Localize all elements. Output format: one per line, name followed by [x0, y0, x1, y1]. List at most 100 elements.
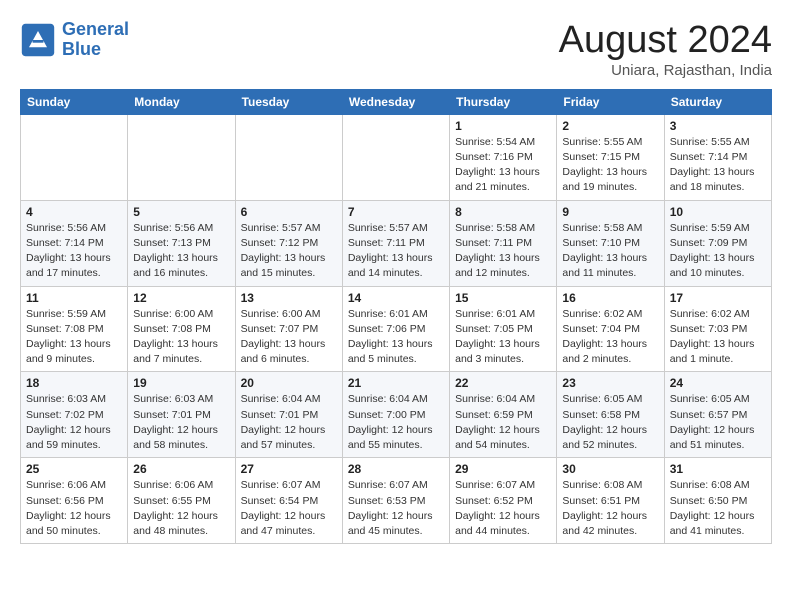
- day-number: 28: [348, 462, 444, 476]
- day-info: Sunrise: 5:59 AMSunset: 7:08 PMDaylight:…: [26, 307, 122, 368]
- calendar-cell: 21 Sunrise: 6:04 AMSunset: 7:00 PMDayligh…: [342, 372, 449, 458]
- day-info: Sunrise: 6:07 AMSunset: 6:52 PMDaylight:…: [455, 478, 551, 539]
- calendar-cell: 15 Sunrise: 6:01 AMSunset: 7:05 PMDayligh…: [450, 286, 557, 372]
- day-number: 11: [26, 291, 122, 305]
- day-info: Sunrise: 6:03 AMSunset: 7:02 PMDaylight:…: [26, 392, 122, 453]
- weekday-header: Wednesday: [342, 89, 449, 114]
- logo: General Blue: [20, 20, 129, 60]
- calendar-table: SundayMondayTuesdayWednesdayThursdayFrid…: [20, 89, 772, 544]
- calendar-cell: 23 Sunrise: 6:05 AMSunset: 6:58 PMDayligh…: [557, 372, 664, 458]
- day-info: Sunrise: 5:57 AMSunset: 7:12 PMDaylight:…: [241, 221, 337, 282]
- weekday-header: Saturday: [664, 89, 771, 114]
- day-info: Sunrise: 6:05 AMSunset: 6:58 PMDaylight:…: [562, 392, 658, 453]
- calendar-week-row: 25 Sunrise: 6:06 AMSunset: 6:56 PMDayligh…: [21, 458, 772, 544]
- day-info: Sunrise: 6:04 AMSunset: 6:59 PMDaylight:…: [455, 392, 551, 453]
- logo-line1: General: [62, 19, 129, 39]
- day-info: Sunrise: 5:55 AMSunset: 7:15 PMDaylight:…: [562, 135, 658, 196]
- day-number: 24: [670, 376, 766, 390]
- calendar-cell: 30Sunrise: 6:08 AMSunset: 6:51 PMDayligh…: [557, 458, 664, 544]
- day-info: Sunrise: 6:00 AMSunset: 7:07 PMDaylight:…: [241, 307, 337, 368]
- day-info: Sunrise: 6:06 AMSunset: 6:55 PMDaylight:…: [133, 478, 229, 539]
- weekday-header: Sunday: [21, 89, 128, 114]
- calendar-week-row: 1 Sunrise: 5:54 AMSunset: 7:16 PMDaylight…: [21, 114, 772, 200]
- day-number: 18: [26, 376, 122, 390]
- day-info: Sunrise: 6:01 AMSunset: 7:06 PMDaylight:…: [348, 307, 444, 368]
- day-number: 29: [455, 462, 551, 476]
- day-info: Sunrise: 6:08 AMSunset: 6:50 PMDaylight:…: [670, 478, 766, 539]
- calendar-header-row: SundayMondayTuesdayWednesdayThursdayFrid…: [21, 89, 772, 114]
- day-info: Sunrise: 5:57 AMSunset: 7:11 PMDaylight:…: [348, 221, 444, 282]
- day-info: Sunrise: 6:07 AMSunset: 6:54 PMDaylight:…: [241, 478, 337, 539]
- calendar-cell: 24 Sunrise: 6:05 AMSunset: 6:57 PMDayligh…: [664, 372, 771, 458]
- day-info: Sunrise: 5:55 AMSunset: 7:14 PMDaylight:…: [670, 135, 766, 196]
- calendar-cell: 20Sunrise: 6:04 AMSunset: 7:01 PMDayligh…: [235, 372, 342, 458]
- day-info: Sunrise: 6:06 AMSunset: 6:56 PMDaylight:…: [26, 478, 122, 539]
- month-title: August 2024: [559, 20, 772, 62]
- calendar-cell: 22 Sunrise: 6:04 AMSunset: 6:59 PMDayligh…: [450, 372, 557, 458]
- day-info: Sunrise: 5:54 AMSunset: 7:16 PMDaylight:…: [455, 135, 551, 196]
- calendar-cell: [235, 114, 342, 200]
- day-number: 27: [241, 462, 337, 476]
- day-number: 15: [455, 291, 551, 305]
- day-info: Sunrise: 5:58 AMSunset: 7:10 PMDaylight:…: [562, 221, 658, 282]
- weekday-header: Tuesday: [235, 89, 342, 114]
- day-info: Sunrise: 6:00 AMSunset: 7:08 PMDaylight:…: [133, 307, 229, 368]
- day-number: 8: [455, 205, 551, 219]
- day-number: 16: [562, 291, 658, 305]
- day-info: Sunrise: 6:02 AMSunset: 7:03 PMDaylight:…: [670, 307, 766, 368]
- calendar-cell: 16 Sunrise: 6:02 AMSunset: 7:04 PMDayligh…: [557, 286, 664, 372]
- day-info: Sunrise: 6:04 AMSunset: 7:00 PMDaylight:…: [348, 392, 444, 453]
- day-number: 1: [455, 119, 551, 133]
- day-info: Sunrise: 5:56 AMSunset: 7:13 PMDaylight:…: [133, 221, 229, 282]
- calendar-cell: 11 Sunrise: 5:59 AMSunset: 7:08 PMDayligh…: [21, 286, 128, 372]
- page-header: General Blue August 2024 Uniara, Rajasth…: [20, 20, 772, 79]
- day-number: 19: [133, 376, 229, 390]
- day-number: 31: [670, 462, 766, 476]
- calendar-week-row: 11 Sunrise: 5:59 AMSunset: 7:08 PMDayligh…: [21, 286, 772, 372]
- calendar-week-row: 4 Sunrise: 5:56 AMSunset: 7:14 PMDaylight…: [21, 200, 772, 286]
- logo-icon: [20, 22, 56, 58]
- day-number: 13: [241, 291, 337, 305]
- day-number: 12: [133, 291, 229, 305]
- calendar-week-row: 18 Sunrise: 6:03 AMSunset: 7:02 PMDayligh…: [21, 372, 772, 458]
- day-number: 9: [562, 205, 658, 219]
- day-number: 20: [241, 376, 337, 390]
- calendar-cell: 4 Sunrise: 5:56 AMSunset: 7:14 PMDaylight…: [21, 200, 128, 286]
- day-info: Sunrise: 6:03 AMSunset: 7:01 PMDaylight:…: [133, 392, 229, 453]
- day-number: 2: [562, 119, 658, 133]
- day-number: 14: [348, 291, 444, 305]
- day-info: Sunrise: 5:56 AMSunset: 7:14 PMDaylight:…: [26, 221, 122, 282]
- day-number: 6: [241, 205, 337, 219]
- calendar-cell: 5 Sunrise: 5:56 AMSunset: 7:13 PMDaylight…: [128, 200, 235, 286]
- calendar-cell: 29 Sunrise: 6:07 AMSunset: 6:52 PMDayligh…: [450, 458, 557, 544]
- day-number: 21: [348, 376, 444, 390]
- calendar-cell: 18 Sunrise: 6:03 AMSunset: 7:02 PMDayligh…: [21, 372, 128, 458]
- calendar-cell: 27 Sunrise: 6:07 AMSunset: 6:54 PMDayligh…: [235, 458, 342, 544]
- calendar-cell: 26Sunrise: 6:06 AMSunset: 6:55 PMDayligh…: [128, 458, 235, 544]
- day-number: 25: [26, 462, 122, 476]
- day-info: Sunrise: 6:01 AMSunset: 7:05 PMDaylight:…: [455, 307, 551, 368]
- day-number: 23: [562, 376, 658, 390]
- weekday-header: Monday: [128, 89, 235, 114]
- weekday-header: Friday: [557, 89, 664, 114]
- day-info: Sunrise: 6:07 AMSunset: 6:53 PMDaylight:…: [348, 478, 444, 539]
- day-info: Sunrise: 6:05 AMSunset: 6:57 PMDaylight:…: [670, 392, 766, 453]
- calendar-cell: 6 Sunrise: 5:57 AMSunset: 7:12 PMDaylight…: [235, 200, 342, 286]
- calendar-cell: 13 Sunrise: 6:00 AMSunset: 7:07 PMDayligh…: [235, 286, 342, 372]
- day-number: 7: [348, 205, 444, 219]
- calendar-cell: [342, 114, 449, 200]
- calendar-cell: [128, 114, 235, 200]
- day-info: Sunrise: 6:08 AMSunset: 6:51 PMDaylight:…: [562, 478, 658, 539]
- calendar-cell: 28 Sunrise: 6:07 AMSunset: 6:53 PMDayligh…: [342, 458, 449, 544]
- day-info: Sunrise: 6:02 AMSunset: 7:04 PMDaylight:…: [562, 307, 658, 368]
- day-number: 4: [26, 205, 122, 219]
- logo-text: General Blue: [62, 20, 129, 60]
- calendar-cell: 19 Sunrise: 6:03 AMSunset: 7:01 PMDayligh…: [128, 372, 235, 458]
- day-number: 5: [133, 205, 229, 219]
- calendar-cell: 7 Sunrise: 5:57 AMSunset: 7:11 PMDaylight…: [342, 200, 449, 286]
- calendar-cell: 3Sunrise: 5:55 AMSunset: 7:14 PMDaylight…: [664, 114, 771, 200]
- calendar-cell: 17Sunrise: 6:02 AMSunset: 7:03 PMDayligh…: [664, 286, 771, 372]
- calendar-cell: 2 Sunrise: 5:55 AMSunset: 7:15 PMDaylight…: [557, 114, 664, 200]
- day-number: 22: [455, 376, 551, 390]
- calendar-cell: [21, 114, 128, 200]
